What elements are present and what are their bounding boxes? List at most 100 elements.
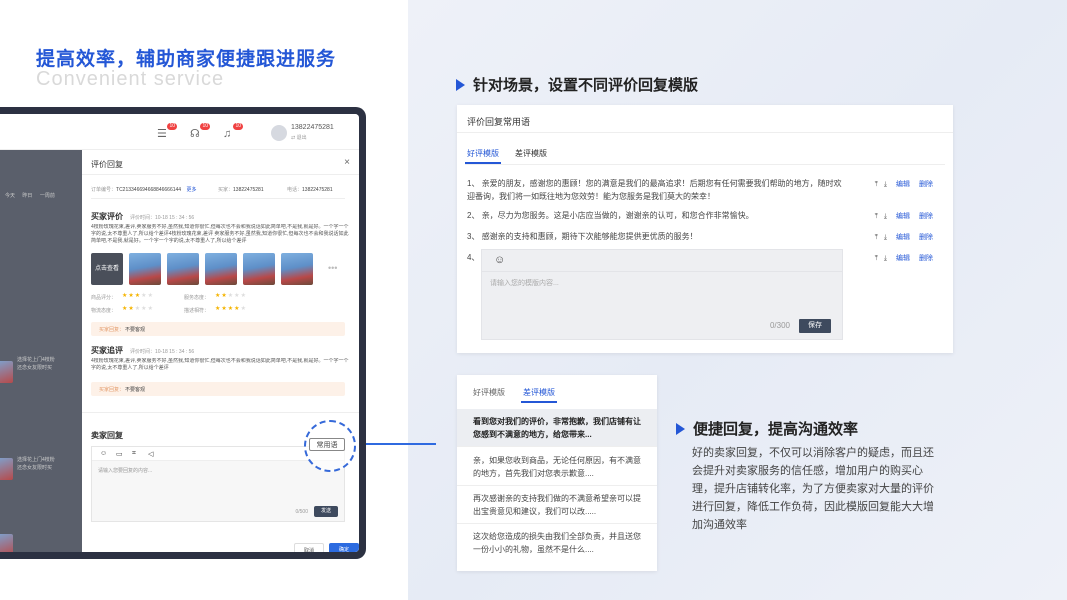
rating-label: 商品评分： (91, 295, 117, 301)
more-icon[interactable]: ••• (328, 263, 337, 273)
order-label: 订单编号： (91, 187, 117, 193)
review-text: 4枝粉玫瑰花束,差评,卖家服务不好,虽然我,知道你很忙,但每次也不会和我说话如此… (91, 224, 349, 244)
order-number: TC213346694668846666144 (116, 187, 182, 193)
delete-button[interactable]: 删除 (919, 181, 933, 188)
edit-button[interactable]: 编辑 (896, 181, 910, 188)
rating-stars: ★★★★★ (215, 306, 247, 312)
filter-week[interactable]: 一周前 (40, 193, 55, 199)
buyer-tag-box: 买家回复： 不要客观 (91, 382, 345, 396)
item-actions: ⤒ ⤓ 编辑 删除 (869, 253, 933, 263)
list-item[interactable]: 看到您对我们的评价，非常抱歉，我们店铺有让您感到不满意的地方，给您带来... (457, 409, 657, 447)
send-button[interactable]: 发送 (314, 506, 338, 517)
review-photo[interactable] (167, 253, 199, 285)
divider (457, 132, 953, 133)
hero-subtitle: Convenient service (36, 68, 225, 90)
item-text: 感谢亲的支持和惠顾，期待下次能够能您提供更优质的服务！ (481, 232, 698, 241)
template-card: 评价回复常用语 好评模版 差评模版 1、 亲爱的朋友，感谢您的惠顾！您的满意是我… (457, 105, 953, 353)
rating-label: 描述相符： (184, 308, 210, 314)
tab-bad-template[interactable]: 差评模版 (523, 387, 555, 398)
buyer-value: 13822475281 (233, 187, 264, 193)
edit-button[interactable]: 编辑 (896, 255, 910, 262)
section1-heading-text: 针对场景，设置不同评价回复模版 (473, 77, 699, 94)
reply-placeholder: 请输入您要回复的内容... (98, 468, 153, 474)
product-thumbnail (0, 534, 13, 552)
section3-heading-text: 便捷回复，提高沟通效率 (693, 421, 859, 438)
product-thumbnail (0, 458, 13, 480)
tag-value: 不要客观 (125, 327, 146, 333)
section1-heading: 针对场景，设置不同评价回复模版 (456, 74, 698, 95)
list-item-text: 还念女友限时买 (17, 365, 53, 371)
delete-button[interactable]: 删除 (919, 213, 933, 220)
list-item[interactable]: 亲，如果您收到商品，无论任何原因，有不满意的地方，首先我们对您表示歉意.... (457, 448, 657, 486)
filter-yesterday[interactable]: 昨日 (22, 193, 32, 199)
input-char-count: 0/300 (769, 321, 790, 330)
rating-stars: ★★★★★ (122, 306, 154, 312)
download-icon[interactable]: ⤓ (884, 213, 887, 220)
template-input[interactable]: ☺ 请输入您的模版内容... 0/300 保存 (481, 249, 843, 340)
bad-template-card: 好评模版 差评模版 看到您对我们的评价，非常抱歉，我们店铺有让您感到不满意的地方… (457, 375, 657, 571)
pin-top-icon[interactable]: ⤒ (875, 255, 878, 262)
avatar[interactable] (271, 125, 287, 141)
list-item[interactable]: 这次给您造成的损失由我们全部负责，并且送您一份小小的礼物，虽然不是什么.... (457, 524, 657, 562)
pin-top-icon[interactable]: ⤒ (875, 181, 878, 188)
document-icon[interactable]: ☰ 10 (157, 123, 177, 140)
item-text: 亲，尽力为您服务。这是小店应当做的，谢谢亲的认可，和您合作非常愉快。 (481, 211, 754, 220)
followup-title: 买家追评 (91, 346, 123, 355)
input-toolbar: ☺ (482, 250, 842, 272)
product-thumbnail (0, 361, 13, 383)
buyer-tag-box: 买家回复： 不要客观 (91, 322, 345, 336)
item-number: 3、 (467, 232, 480, 241)
crop-icon[interactable]: ⌗ (132, 450, 136, 458)
triangle-icon (676, 423, 685, 435)
rating-stars: ★★★★★ (215, 293, 247, 299)
edit-button[interactable]: 编辑 (896, 234, 910, 241)
save-button[interactable]: 保存 (799, 319, 831, 333)
template-item: 1、 亲爱的朋友，感谢您的惠顾！您的满意是我们的最高追求！后期您有任何需要我们帮… (467, 177, 847, 203)
user-phone: 13822475281 (291, 124, 334, 131)
card-title: 评价回复常用语 (467, 117, 531, 127)
list-item-text: 还念女友限时买 (17, 465, 53, 471)
pin-top-icon[interactable]: ⤒ (875, 234, 878, 241)
delete-button[interactable]: 删除 (919, 255, 933, 262)
filter-today[interactable]: 今天 (5, 193, 15, 199)
item-actions: ⤒ ⤓ 编辑 删除 (869, 179, 933, 189)
active-tab-indicator (521, 401, 557, 403)
list-item[interactable]: 再次感谢亲的支持我们做的不满意希望亲可以提出宝贵意见和建议，我们可以改..... (457, 486, 657, 524)
review-reply-dialog: 评价回复 × 订单编号：TC213346694668846666144 更多 买… (82, 150, 359, 552)
bell-icon[interactable]: ♫ 10 (223, 123, 243, 140)
item-actions: ⤒ ⤓ 编辑 删除 (869, 232, 933, 242)
tab-bad-template[interactable]: 差评模版 (515, 148, 547, 159)
triangle-icon (456, 79, 465, 91)
review-photo[interactable] (281, 253, 313, 285)
buyer-label: 买家： (218, 187, 234, 193)
emoji-icon[interactable]: ☺ (100, 450, 107, 457)
pin-top-icon[interactable]: ⤒ (875, 213, 878, 220)
tab-good-template[interactable]: 好评模版 (473, 387, 505, 398)
review-photo[interactable] (243, 253, 275, 285)
delete-button[interactable]: 删除 (919, 234, 933, 241)
tab-good-template[interactable]: 好评模版 (467, 148, 499, 159)
confirm-button[interactable]: 确定 (329, 543, 359, 552)
review-photo[interactable] (205, 253, 237, 285)
close-icon[interactable]: × (344, 157, 350, 168)
emoji-icon[interactable]: ☺ (494, 254, 505, 266)
common-phrases-button[interactable]: 常用语 (309, 438, 345, 451)
download-icon[interactable]: ⤓ (884, 255, 887, 262)
more-link[interactable]: 更多 (186, 187, 196, 193)
headset-icon[interactable]: ☊ 10 (190, 123, 210, 140)
review-photo[interactable] (129, 253, 161, 285)
section3-heading: 便捷回复，提高沟通效率 (676, 418, 858, 439)
user-logout[interactable]: ⇄ 退出 (291, 134, 307, 141)
edit-button[interactable]: 编辑 (896, 213, 910, 220)
tablet-screen: ☰ 10 ☊ 10 ♫ 10 13822475281 ⇄ 退出 今天 昨日 一周前 选… (0, 114, 359, 552)
dimmed-list-overlay: 今天 昨日 一周前 选择花上门4枝粉 还念女友限时买 选择花上门4枝粉 还念女友… (0, 150, 83, 552)
cancel-button[interactable]: 取消 (294, 543, 324, 552)
download-icon[interactable]: ⤓ (884, 234, 887, 241)
download-icon[interactable]: ⤓ (884, 181, 887, 188)
list-item-text: 选择花上门4枝粉 (17, 357, 55, 363)
tag-label: 买家回复： (99, 327, 125, 333)
view-photos-button[interactable]: 点击查看 (91, 253, 123, 285)
phone-label: 电话： (287, 187, 303, 193)
mute-icon[interactable]: ◁ (148, 450, 153, 458)
folder-icon[interactable]: ▭ (116, 450, 123, 458)
